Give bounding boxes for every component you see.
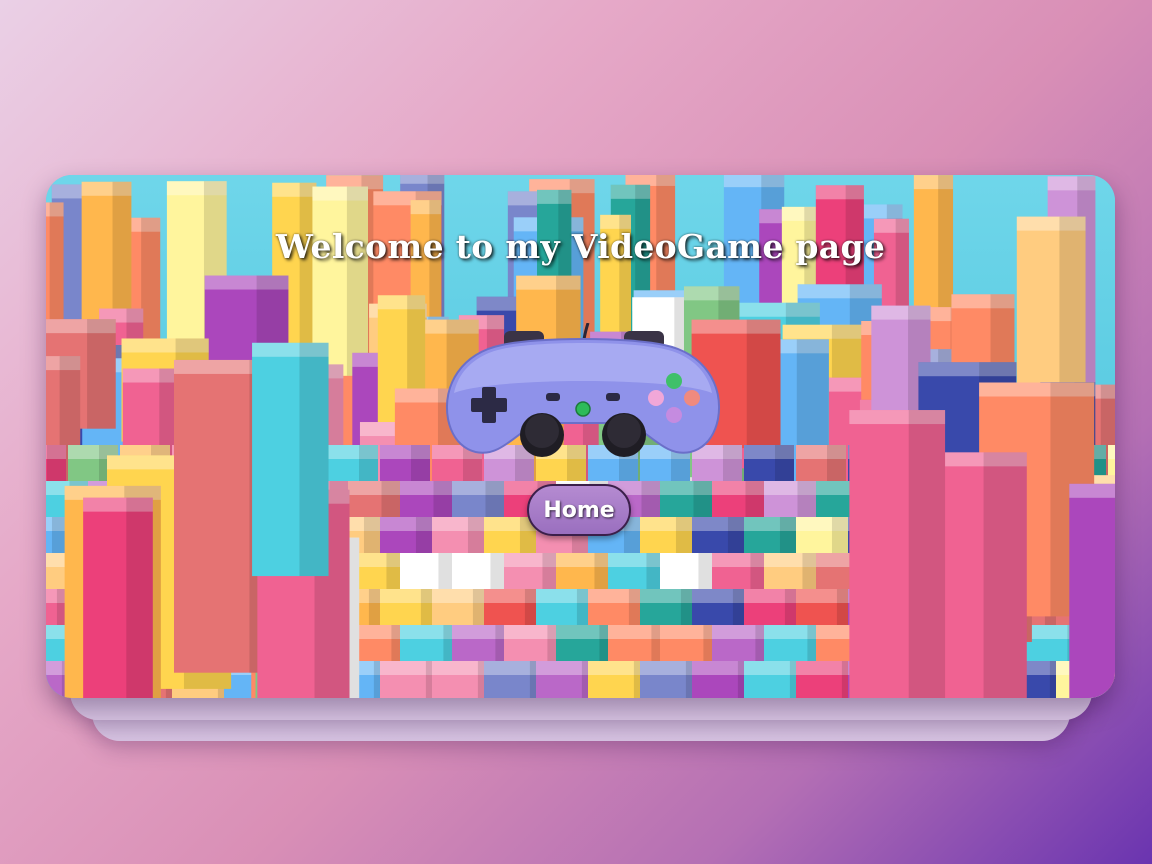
- home-button[interactable]: Home: [527, 484, 631, 536]
- page-title: Welcome to my VideoGame page: [275, 227, 886, 266]
- hero-card: Welcome to my VideoGame page Home: [46, 175, 1115, 698]
- gamepad-icon: [446, 323, 720, 457]
